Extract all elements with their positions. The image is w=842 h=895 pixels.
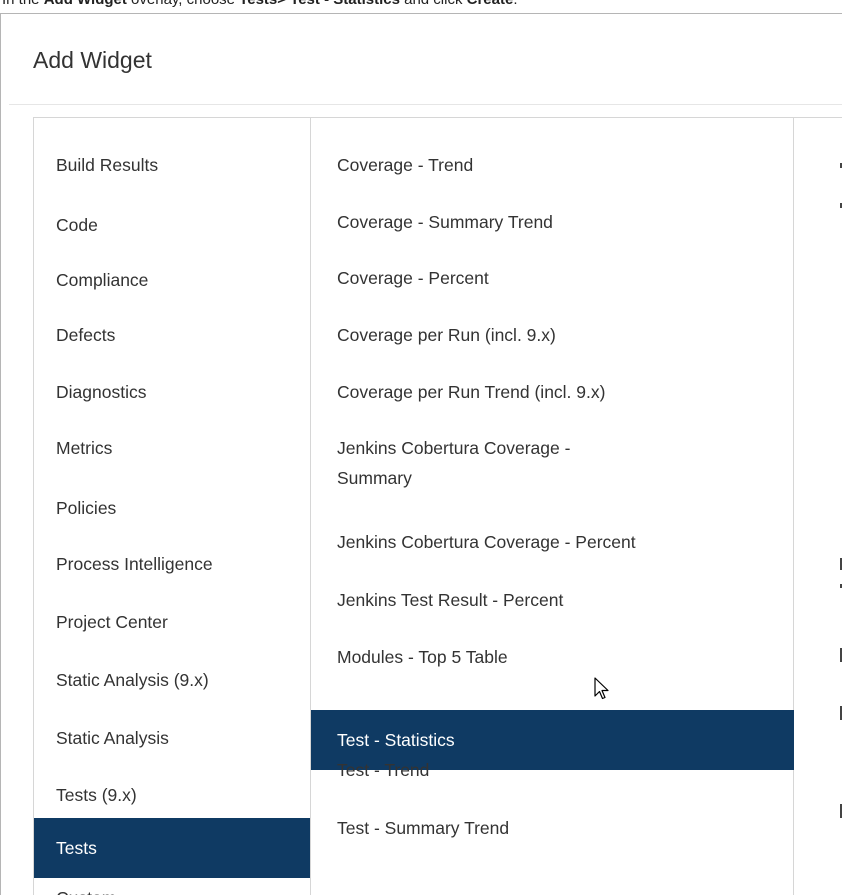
mouse-pointer-icon <box>594 677 609 700</box>
category-item[interactable]: Defects <box>34 323 310 347</box>
category-item[interactable]: Project Center <box>34 610 310 634</box>
widget-preview <box>794 118 842 895</box>
category-item[interactable]: Custom <box>34 886 310 895</box>
widget-item[interactable]: Jenkins Cobertura Coverage - Percent <box>311 530 794 554</box>
category-item[interactable]: Code <box>34 213 310 237</box>
instruction-action: Create <box>467 0 514 8</box>
category-list: Build Results Code Compliance Defects Diagno… <box>34 118 311 895</box>
category-item[interactable]: Metrics <box>34 436 310 460</box>
widget-item[interactable]: Coverage per Run Trend (incl. 9.x) <box>311 380 794 404</box>
widget-item[interactable]: Coverage - Trend <box>311 153 794 177</box>
widget-item-label: Summary <box>337 468 412 488</box>
dialog-title: Add Widget <box>33 47 152 73</box>
widget-item-label: Jenkins Cobertura Coverage - <box>337 438 571 458</box>
instruction-text: In the Add Widget overlay, choose Tests>… <box>2 0 518 9</box>
title-divider <box>9 104 842 105</box>
widget-item[interactable]: Jenkins Cobertura Coverage - Summary <box>311 436 794 490</box>
widget-picker-panel: Build Results Code Compliance Defects Diagno… <box>33 117 842 895</box>
category-item[interactable]: Static Analysis (9.x) <box>34 668 310 692</box>
page: In the Add Widget overlay, choose Tests>… <box>0 0 842 895</box>
category-item[interactable]: Compliance <box>34 268 310 292</box>
category-item[interactable]: Process Intelligence <box>34 552 310 576</box>
category-item[interactable]: Build Results <box>34 153 310 177</box>
widget-item[interactable]: Jenkins Test Result - Percent <box>311 588 794 612</box>
category-item[interactable]: Policies <box>34 496 310 520</box>
widget-item[interactable]: Test - Trend <box>311 758 794 782</box>
category-item[interactable]: Static Analysis <box>34 726 310 750</box>
widget-item[interactable]: Modules - Top 5 Table <box>311 645 794 669</box>
widget-item[interactable]: Coverage per Run (incl. 9.x) <box>311 323 794 347</box>
widget-item[interactable]: Coverage - Percent <box>311 266 794 290</box>
category-item[interactable]: Diagnostics <box>34 380 310 404</box>
widget-item[interactable]: Coverage - Summary Trend <box>311 210 794 234</box>
category-item[interactable]: Tests (9.x) <box>34 783 310 807</box>
widget-list: Coverage - Trend Coverage - Summary Trend… <box>311 118 794 895</box>
widget-item[interactable]: Test - Summary Trend <box>311 816 794 840</box>
instruction-overlay-name: Add Widget <box>44 0 127 8</box>
instruction-path: Tests> Test - Statistics <box>239 0 400 8</box>
category-item[interactable]: Tests <box>34 818 310 878</box>
